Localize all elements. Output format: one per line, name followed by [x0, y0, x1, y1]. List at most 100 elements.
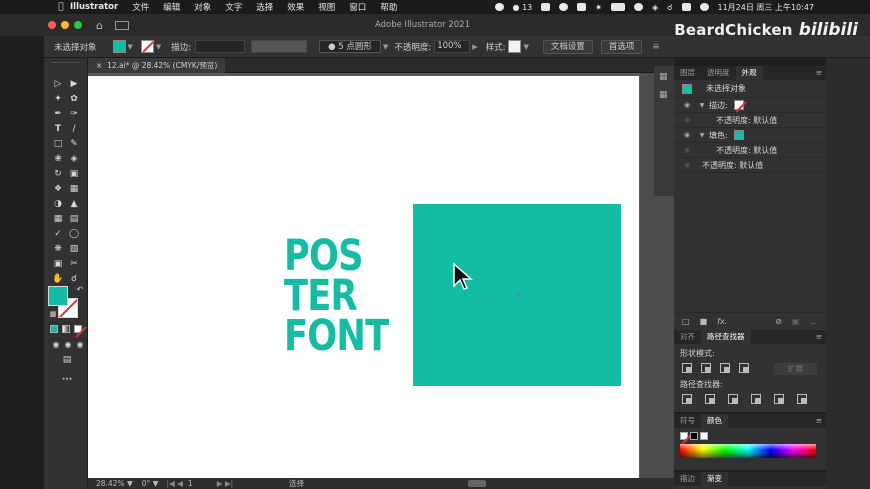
menu-view[interactable]: 视图: [318, 1, 335, 13]
crop-icon[interactable]: [751, 394, 761, 404]
exclude-icon[interactable]: [739, 363, 749, 373]
merge-icon[interactable]: [728, 394, 738, 404]
fill-color-box[interactable]: [48, 286, 68, 306]
search-icon[interactable]: ☌: [667, 3, 672, 12]
lasso-tool-icon[interactable]: ✿: [68, 93, 80, 105]
selection-tool-icon[interactable]: ▷: [52, 78, 64, 90]
minus-back-icon[interactable]: [797, 394, 807, 404]
current-tool-status[interactable]: 选择: [289, 478, 304, 489]
appearance-row-stroke[interactable]: ◉ ▼ 描边:: [674, 98, 826, 113]
eye-icon[interactable]: ◉: [682, 116, 692, 124]
tab-color[interactable]: 颜色: [701, 414, 728, 428]
canvas[interactable]: POS TER FONT +: [88, 73, 674, 478]
collapsed-panel-icon[interactable]: ▦: [659, 72, 668, 82]
bluetooth-icon[interactable]: ✷: [595, 3, 602, 12]
magic-wand-tool-icon[interactable]: ✦: [52, 93, 64, 105]
outline-icon[interactable]: [774, 394, 784, 404]
display-icon[interactable]: [577, 3, 587, 11]
tab-stroke[interactable]: 描边: [674, 472, 701, 486]
artboard-number[interactable]: 1: [188, 479, 193, 488]
tab-symbols[interactable]: 符号: [674, 414, 701, 428]
tab-layers[interactable]: 图层: [674, 66, 701, 80]
chevron-right-icon[interactable]: ▶: [472, 43, 477, 51]
curvature-tool-icon[interactable]: ✑: [68, 108, 80, 120]
hand-tool-icon[interactable]: ✋: [52, 273, 64, 285]
symbol-sprayer-tool-icon[interactable]: ❋: [52, 243, 64, 255]
white-color-swatch[interactable]: [700, 432, 708, 440]
none-color-swatch[interactable]: [680, 432, 688, 440]
fill-row-swatch[interactable]: [733, 130, 744, 140]
app-status-icon[interactable]: [541, 3, 551, 11]
panel-menu-icon[interactable]: ≡: [812, 330, 826, 344]
duplicate-item-icon[interactable]: ▣: [792, 317, 800, 326]
scale-tool-icon[interactable]: ▣: [68, 168, 80, 180]
poster-font-text[interactable]: POS TER FONT: [284, 235, 389, 358]
add-fill-icon[interactable]: ■: [700, 317, 708, 326]
paintbrush-tool-icon[interactable]: ✎: [68, 138, 80, 150]
tab-align[interactable]: 对齐: [674, 330, 701, 344]
appearance-row-opacity[interactable]: ◉ 不透明度: 默认值: [674, 158, 826, 173]
shaper-tool-icon[interactable]: ❀: [52, 153, 64, 165]
chevron-down-icon[interactable]: ▼: [698, 102, 706, 109]
control-center-icon[interactable]: [681, 3, 691, 11]
delete-item-icon[interactable]: ⚊: [809, 317, 816, 326]
vpn-icon[interactable]: [633, 3, 643, 11]
type-tool-icon[interactable]: T: [52, 123, 64, 135]
next-artboard-icon[interactable]: ▶ ▶|: [217, 479, 233, 488]
appearance-row-stroke-opacity[interactable]: ◉ 不透明度: 默认值: [674, 113, 826, 128]
eraser-tool-icon[interactable]: ◈: [68, 153, 80, 165]
panel-menu-icon[interactable]: ≡: [652, 42, 659, 52]
stroke-control[interactable]: ▼: [140, 40, 161, 53]
gradient-mode-icon[interactable]: [62, 325, 70, 333]
menu-select[interactable]: 选择: [256, 1, 273, 13]
stroke-row-swatch[interactable]: [733, 100, 744, 110]
panel-menu-icon[interactable]: ≡: [812, 414, 826, 428]
rotate-tool-icon[interactable]: ↻: [52, 168, 64, 180]
eye-icon[interactable]: ◉: [682, 101, 692, 109]
menu-edit[interactable]: 编辑: [163, 1, 180, 13]
horizontal-scroll-thumb[interactable]: [468, 480, 486, 487]
gradient-tool-icon[interactable]: ▤: [68, 213, 80, 225]
tab-appearance[interactable]: 外观: [735, 66, 763, 80]
free-transform-tool-icon[interactable]: ▦: [68, 183, 80, 195]
battery-icon[interactable]: [610, 3, 625, 11]
add-stroke-icon[interactable]: □: [682, 317, 690, 326]
width-tool-icon[interactable]: ❖: [52, 183, 64, 195]
clear-appearance-icon[interactable]: ⊘: [775, 317, 782, 326]
blend-tool-icon[interactable]: ◯: [68, 228, 80, 240]
line-tool-icon[interactable]: ∕: [68, 123, 80, 135]
document-tab[interactable]: × 12.ai* @ 28.42% (CMYK/预览): [88, 58, 226, 73]
default-fill-stroke-icon[interactable]: ▩: [47, 308, 59, 320]
record-icon[interactable]: [494, 3, 504, 11]
rotate-view-select[interactable]: 0° ▼: [142, 479, 159, 488]
zoom-level-select[interactable]: 28.42% ▼: [93, 479, 136, 488]
add-effect-icon[interactable]: fx.: [717, 317, 727, 326]
appearance-row-fill[interactable]: ◉ ▼ 填色:: [674, 128, 826, 143]
black-color-swatch[interactable]: [690, 432, 698, 440]
column-graph-tool-icon[interactable]: ▧: [68, 243, 80, 255]
toolbar-grip[interactable]: [52, 62, 80, 64]
collapsed-panel-icon[interactable]: ▦: [659, 90, 668, 100]
menu-effect[interactable]: 效果: [287, 1, 304, 13]
pen-tool-icon[interactable]: ✒: [52, 108, 64, 120]
eye-icon[interactable]: ◉: [682, 161, 692, 169]
variable-width-profile[interactable]: [251, 40, 308, 53]
menu-object[interactable]: 对象: [194, 1, 211, 13]
draw-normal-icon[interactable]: ◉: [50, 339, 62, 351]
menu-help[interactable]: 帮助: [380, 1, 397, 13]
rectangle-tool-icon[interactable]: □: [52, 138, 64, 150]
chevron-down-icon[interactable]: ▼: [698, 132, 706, 139]
wifi-icon[interactable]: ◈: [652, 3, 658, 12]
none-mode-icon[interactable]: [74, 325, 82, 333]
apple-menu-icon[interactable]: : [52, 2, 70, 12]
clock[interactable]: 11月24日 周三 上午10:47: [718, 2, 815, 13]
fill-control[interactable]: ▼: [112, 40, 133, 53]
swap-fill-stroke-icon[interactable]: ↶: [74, 284, 86, 296]
artboard[interactable]: POS TER FONT +: [88, 76, 639, 478]
edit-toolbar-icon[interactable]: ···: [59, 374, 75, 386]
slice-tool-icon[interactable]: ✂: [68, 258, 80, 270]
sync-icon[interactable]: [559, 3, 569, 11]
eye-icon[interactable]: ◉: [682, 146, 692, 154]
eye-icon[interactable]: ◉: [682, 131, 692, 139]
brush-preset-select[interactable]: ● 5 点圆形: [319, 40, 381, 53]
